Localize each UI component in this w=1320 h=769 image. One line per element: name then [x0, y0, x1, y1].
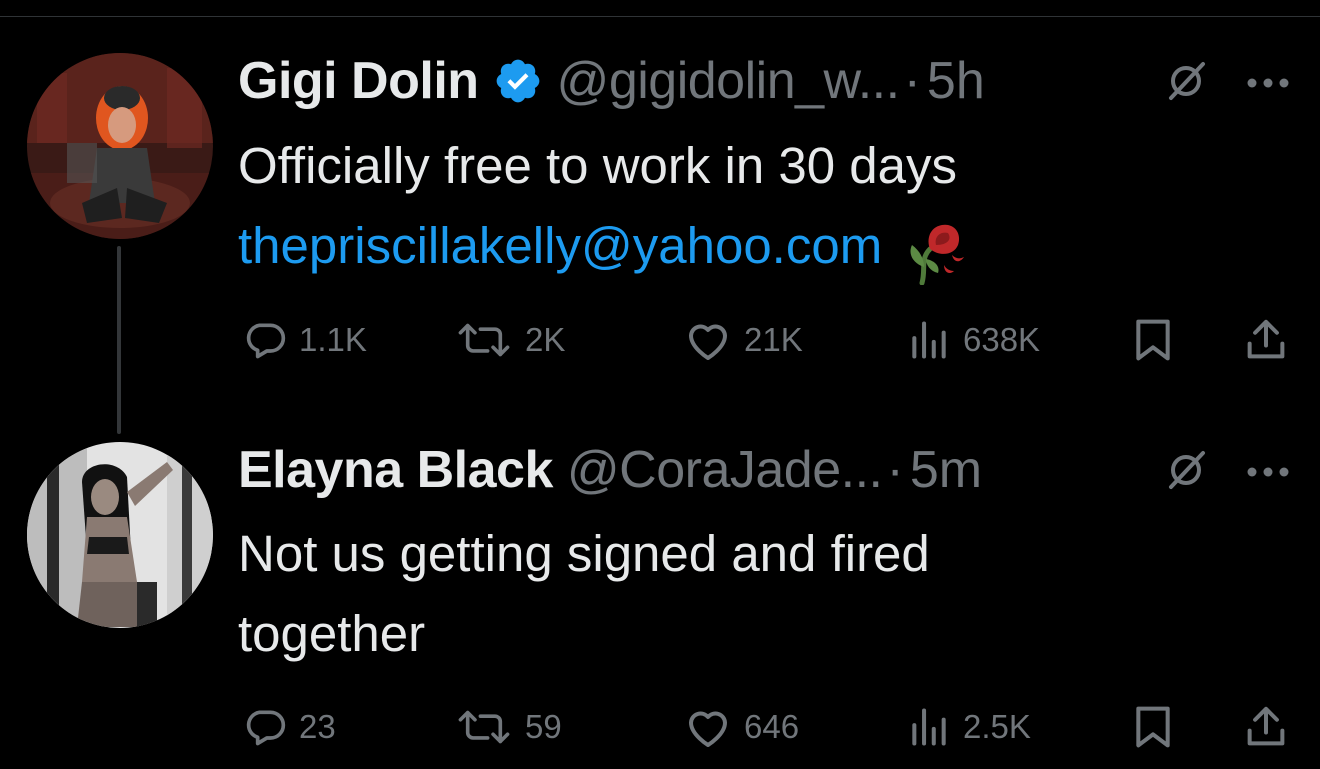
share-icon	[1247, 706, 1285, 746]
wilted-rose-icon	[900, 215, 970, 286]
tweet-text-line: Not us getting signed and fired	[238, 525, 930, 582]
grok-icon[interactable]	[1163, 447, 1209, 493]
view-count: 2.5K	[963, 708, 1031, 745]
tweet-text-line: Officially free to work in 30 days	[238, 137, 958, 194]
repost-icon	[458, 710, 510, 744]
top-divider	[0, 16, 1320, 17]
repost-count: 2K	[525, 321, 566, 358]
views-icon	[912, 708, 946, 746]
email-link[interactable]: thepriscillakelly@yahoo.com	[238, 217, 882, 274]
reply-button[interactable]: 23	[243, 702, 336, 752]
separator-dot: ·	[903, 52, 921, 110]
bookmark-button[interactable]	[1133, 315, 1173, 365]
views-icon	[912, 321, 946, 359]
tweet-actions: 1.1K 2K 21K 638K	[0, 315, 1320, 365]
separator-dot: ·	[886, 441, 904, 499]
like-button[interactable]: 21K	[684, 315, 803, 365]
views-button[interactable]: 2.5K	[907, 702, 1031, 752]
reply-count: 23	[299, 708, 336, 745]
display-name[interactable]: Elayna Black	[238, 440, 553, 500]
more-icon[interactable]	[1246, 465, 1290, 477]
repost-count: 59	[525, 708, 562, 745]
bookmark-button[interactable]	[1133, 702, 1173, 752]
reply-count: 1.1K	[299, 321, 367, 358]
heart-icon	[689, 324, 727, 360]
reply-icon	[246, 323, 286, 359]
repost-icon	[458, 323, 510, 357]
avatar[interactable]	[27, 53, 213, 239]
handle[interactable]: @CoraJade...	[567, 440, 883, 500]
bookmark-icon	[1136, 319, 1170, 361]
grok-icon[interactable]	[1163, 58, 1209, 104]
views-button[interactable]: 638K	[907, 315, 1040, 365]
view-count: 638K	[963, 321, 1041, 358]
share-button[interactable]	[1246, 702, 1286, 752]
repost-button[interactable]: 2K	[455, 315, 565, 365]
handle[interactable]: @gigidolin_w...	[557, 51, 901, 111]
bookmark-icon	[1136, 706, 1170, 748]
like-count: 21K	[744, 321, 803, 358]
tweet-header: Gigi Dolin @gigidolin_w... · 5h	[238, 51, 985, 111]
reply-button[interactable]: 1.1K	[243, 315, 367, 365]
like-count: 646	[744, 708, 800, 745]
tweet-text: Not us getting signed and fired together	[238, 514, 930, 674]
like-button[interactable]: 646	[684, 702, 799, 752]
tweet-header: Elayna Black @CoraJade... · 5m	[238, 440, 982, 500]
avatar[interactable]	[27, 442, 213, 628]
tweet-text: Officially free to work in 30 days thepr…	[238, 126, 970, 286]
tweet-actions: 23 59 646 2.5K	[0, 702, 1320, 752]
share-button[interactable]	[1246, 315, 1286, 365]
verified-badge-icon	[493, 56, 543, 106]
display-name[interactable]: Gigi Dolin	[238, 51, 479, 111]
tweet-text-line: together	[238, 605, 426, 662]
more-icon[interactable]	[1246, 76, 1290, 88]
timestamp[interactable]: 5h	[927, 51, 985, 111]
heart-icon	[689, 711, 727, 747]
timestamp[interactable]: 5m	[910, 440, 982, 500]
reply-icon	[246, 710, 286, 746]
repost-button[interactable]: 59	[455, 702, 562, 752]
share-icon	[1247, 319, 1285, 359]
